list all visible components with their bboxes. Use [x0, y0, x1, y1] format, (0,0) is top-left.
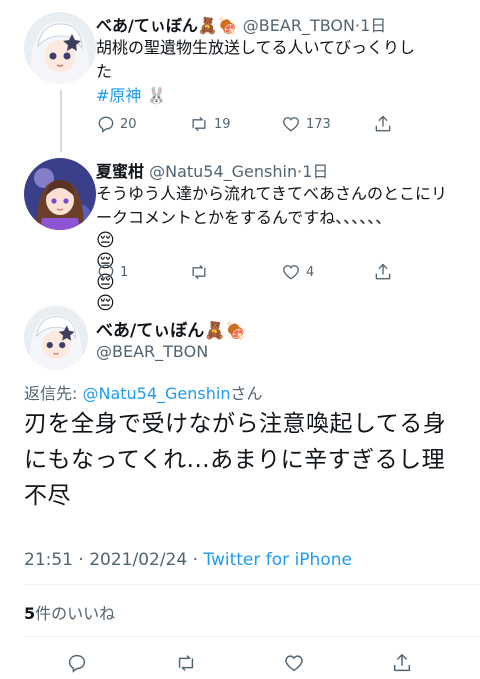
like-count: 173	[306, 116, 331, 132]
divider	[24, 584, 480, 585]
reply-icon	[98, 264, 114, 281]
retweet-count: 19	[214, 116, 231, 132]
likes-count: 5	[24, 604, 36, 623]
username[interactable]: @BEAR_TBON	[243, 16, 355, 35]
tweet2-text: そうゆう人達から流れてきてべあさんのとこにリークコメントとかをするんですね、、、…	[96, 182, 458, 230]
name-emoji: 🧸🍖	[197, 16, 238, 35]
like-count: 4	[306, 264, 315, 280]
reply-icon	[98, 116, 114, 133]
like-button[interactable]: 4	[280, 262, 314, 282]
reply-count: 1	[120, 264, 129, 280]
thread-line	[60, 90, 62, 152]
tweet1-actions: 20 19 173	[96, 114, 466, 138]
likes-label: 件のいいね	[35, 604, 116, 623]
share-icon	[375, 263, 391, 280]
reply-count: 20	[120, 116, 137, 132]
reply-button[interactable]: 20	[96, 114, 137, 134]
display-name: べあ/てぃぼん	[96, 321, 205, 341]
share-button[interactable]	[372, 114, 394, 134]
like-button[interactable]	[282, 652, 306, 674]
like-button[interactable]: 173	[280, 114, 331, 134]
display-name[interactable]: べあ/てぃぼん	[96, 16, 198, 35]
display-name[interactable]: 夏蜜柑	[96, 162, 144, 181]
avatar-bear-tbon[interactable]	[24, 12, 96, 84]
likes-summary[interactable]: 5件のいいね	[24, 600, 115, 624]
like-icon	[283, 265, 299, 280]
rabbit-emoji-icon: 🐰	[146, 86, 167, 105]
share-icon	[393, 654, 411, 672]
replying-to: 返信先: @Natu54_Genshinさん	[24, 384, 263, 403]
tweet2-actions: 1 4	[96, 262, 466, 286]
avatar-natu54[interactable]	[24, 158, 96, 230]
tweet2-header: 夏蜜柑 @Natu54_Genshin·1日	[96, 162, 329, 181]
retweet-button[interactable]: 19	[188, 114, 231, 134]
main-username[interactable]: @BEAR_TBON	[96, 342, 208, 361]
retweet-button[interactable]	[188, 262, 214, 282]
hashtag-link[interactable]: #原神	[96, 86, 141, 105]
tweet-time[interactable]: 1日	[302, 162, 328, 181]
reply-button[interactable]	[66, 652, 88, 674]
tweet-timestamp: 21:51 · 2021/02/24 · Twitter for iPhone	[24, 550, 352, 570]
name-emoji: 🧸🍖	[204, 321, 247, 341]
retweet-button[interactable]	[174, 652, 198, 674]
reply-icon	[68, 654, 86, 673]
main-actions	[0, 652, 480, 676]
retweet-icon	[178, 655, 194, 671]
share-icon	[375, 115, 391, 132]
divider	[24, 636, 480, 637]
reply-button[interactable]: 1	[96, 262, 128, 282]
share-button[interactable]	[372, 262, 394, 282]
tweet1-text: 胡桃の聖遺物生放送してる人いてびっくりした #原神 🐰	[96, 36, 422, 108]
timestamp[interactable]: 21:51 · 2021/02/24 ·	[24, 550, 203, 570]
main-display-name[interactable]: べあ/てぃぼん🧸🍖	[96, 316, 247, 341]
like-icon	[285, 655, 303, 672]
like-icon	[283, 117, 299, 132]
tweet-body: そうゆう人達から流れてきてべあさんのとこにリークコメントとかをするんですね、、、…	[96, 184, 448, 227]
reply-target-link[interactable]: @Natu54_Genshin	[82, 384, 230, 403]
tweet-body: 胡桃の聖遺物生放送してる人いてびっくりした	[96, 38, 416, 81]
username[interactable]: @Natu54_Genshin	[149, 162, 297, 181]
share-button[interactable]	[390, 652, 414, 674]
retweet-icon	[192, 116, 206, 132]
avatar-bear-tbon-main[interactable]	[24, 306, 88, 370]
tweet1-header: べあ/てぃぼん🧸🍖 @BEAR_TBON·1日	[96, 16, 387, 35]
retweet-icon	[192, 264, 206, 280]
main-tweet-text: 刃を全身で受けながら注意喚起してる身にもなってくれ...あまりに辛すぎるし理不尽	[24, 411, 447, 509]
client-link[interactable]: Twitter for iPhone	[203, 550, 352, 570]
tweet-time[interactable]: 1日	[360, 16, 386, 35]
